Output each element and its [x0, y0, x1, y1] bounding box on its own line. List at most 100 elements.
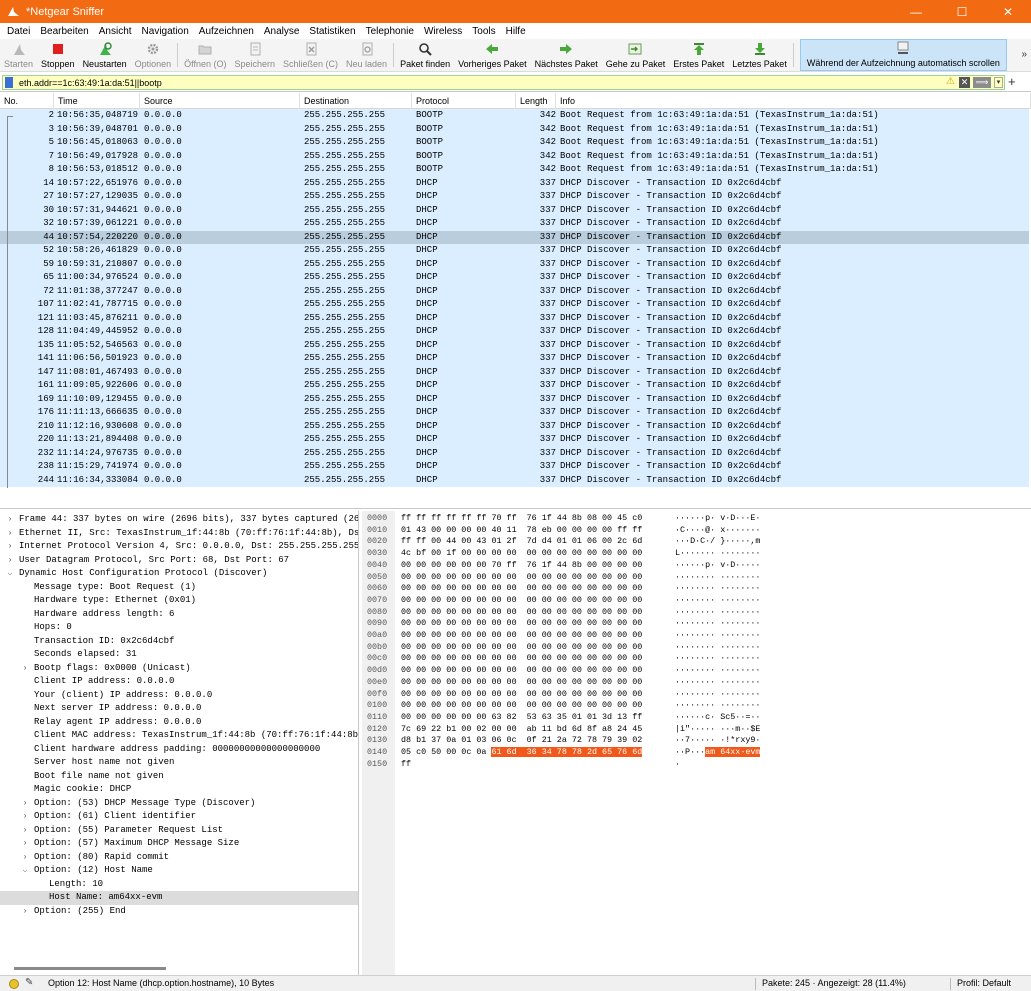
collapsed-arrow-icon[interactable]: ›: [20, 851, 30, 865]
filter-history-dropdown[interactable]: ▾: [994, 77, 1003, 88]
detail-tree-row[interactable]: Relay agent IP address: 0.0.0.0: [0, 716, 358, 730]
hex-bytes[interactable]: ff: [401, 759, 411, 771]
hex-bytes[interactable]: 00 00 00 00 00 00 00 00 00 00 00 00 00 0…: [401, 595, 642, 607]
ascii-bytes[interactable]: ········ ········: [675, 595, 760, 607]
packet-row[interactable]: 3 10:56:39,048701 0.0.0.0 255.255.255.255 BO…: [0, 122, 1029, 136]
menu-item-bearbeiten[interactable]: Bearbeiten: [35, 26, 93, 37]
clear-filter-button[interactable]: ✕: [959, 77, 970, 88]
packet-row[interactable]: 210 11:12:16,930608 0.0.0.0 255.255.255.255…: [0, 419, 1029, 433]
apply-filter-button[interactable]: ⟹: [973, 77, 991, 88]
menu-item-navigation[interactable]: Navigation: [137, 26, 194, 37]
expanded-arrow-icon[interactable]: ⌵: [5, 567, 15, 581]
hex-bytes[interactable]: 00 00 00 00 00 00 70 ff 76 1f 44 8b 00 0…: [401, 560, 642, 572]
column-header-length[interactable]: Length: [516, 93, 556, 109]
packet-row[interactable]: 220 11:13:21,894408 0.0.0.0 255.255.255.255…: [0, 433, 1029, 447]
detail-tree-row[interactable]: › Option: (57) Maximum DHCP Message Size: [0, 837, 358, 851]
menu-item-hilfe[interactable]: Hilfe: [501, 26, 531, 37]
detail-tree-row[interactable]: Hops: 0: [0, 621, 358, 635]
detail-tree-row[interactable]: Hardware address length: 6: [0, 608, 358, 622]
collapsed-arrow-icon[interactable]: ›: [5, 540, 15, 554]
maximize-button[interactable]: ☐: [939, 0, 985, 23]
detail-tree-row[interactable]: Message type: Boot Request (1): [0, 581, 358, 595]
ascii-bytes[interactable]: ···D·C·/ }·····,m: [675, 536, 760, 548]
collapsed-arrow-icon[interactable]: ›: [5, 513, 15, 527]
expanded-arrow-icon[interactable]: ⌵: [20, 864, 30, 878]
toolbar-nächstes-paket-button[interactable]: Nächstes Paket: [531, 39, 602, 71]
detail-tree-row[interactable]: › Option: (61) Client identifier: [0, 810, 358, 824]
packet-row[interactable]: 107 11:02:41,787715 0.0.0.0 255.255.255.255…: [0, 298, 1029, 312]
packet-row[interactable]: 135 11:05:52,546563 0.0.0.0 255.255.255.255…: [0, 338, 1029, 352]
filter-bookmark-icon[interactable]: [5, 77, 13, 88]
ascii-bytes[interactable]: ········ ········: [675, 700, 760, 712]
collapsed-arrow-icon[interactable]: ›: [20, 662, 30, 676]
toolbar-speichern-button[interactable]: Speichern: [230, 39, 279, 71]
ascii-bytes[interactable]: ········ ········: [675, 642, 760, 654]
toolbar-optionen-button[interactable]: Optionen: [131, 39, 176, 71]
hex-bytes[interactable]: 00 00 00 00 00 00 00 00 00 00 00 00 00 0…: [401, 583, 642, 595]
hex-bytes[interactable]: 00 00 00 00 00 00 00 00 00 00 00 00 00 0…: [401, 618, 642, 630]
ascii-bytes[interactable]: ········ ········: [675, 607, 760, 619]
hex-bytes[interactable]: 00 00 00 00 00 00 63 82 53 63 35 01 01 3…: [401, 712, 642, 724]
packet-row[interactable]: 141 11:06:56,501923 0.0.0.0 255.255.255.255…: [0, 352, 1029, 366]
packet-row[interactable]: 176 11:11:13,666635 0.0.0.0 255.255.255.255…: [0, 406, 1029, 420]
detail-tree-row[interactable]: Transaction ID: 0x2c6d4cbf: [0, 635, 358, 649]
ascii-bytes[interactable]: ········ ········: [675, 618, 760, 630]
packet-row[interactable]: 2 10:56:35,048719 0.0.0.0 255.255.255.255 BO…: [0, 109, 1029, 123]
status-profile[interactable]: Profil: Default: [957, 978, 1011, 988]
hex-bytes[interactable]: 00 00 00 00 00 00 00 00 00 00 00 00 00 0…: [401, 630, 642, 642]
ascii-bytes[interactable]: ········ ········: [675, 572, 760, 584]
hex-bytes[interactable]: ff ff ff ff ff ff 70 ff 76 1f 44 8b 08 0…: [401, 513, 642, 525]
packet-row[interactable]: 7 10:56:49,017928 0.0.0.0 255.255.255.255 BO…: [0, 149, 1029, 163]
detail-tree-row[interactable]: Boot file name not given: [0, 770, 358, 784]
column-header-time[interactable]: Time: [54, 93, 140, 109]
detail-tree-row[interactable]: › Option: (55) Parameter Request List: [0, 824, 358, 838]
packet-row[interactable]: 72 11:01:38,377247 0.0.0.0 255.255.255.255 D…: [0, 284, 1029, 298]
toolbar-erstes-paket-button[interactable]: Erstes Paket: [669, 39, 728, 71]
packet-row[interactable]: 59 10:59:31,210807 0.0.0.0 255.255.255.255 D…: [0, 257, 1029, 271]
packet-row[interactable]: 32 10:57:39,061221 0.0.0.0 255.255.255.255 D…: [0, 217, 1029, 231]
ascii-bytes[interactable]: ········ ········: [675, 689, 760, 701]
detail-tree-row[interactable]: › User Datagram Protocol, Src Port: 68, D…: [0, 554, 358, 568]
detail-tree-row[interactable]: Client hardware address padding: 0000000…: [0, 743, 358, 757]
menu-item-tools[interactable]: Tools: [467, 26, 500, 37]
detail-tree-row[interactable]: › Option: (255) End: [0, 905, 358, 919]
toolbar-paket-finden-button[interactable]: Paket finden: [396, 39, 454, 71]
toolbar-während-der-aufzeichnung-automatisch-scrollen-button[interactable]: Während der Aufzeichnung automatisch scr…: [799, 39, 1007, 71]
detail-tree-row[interactable]: › Option: (80) Rapid commit: [0, 851, 358, 865]
details-horizontal-scrollbar[interactable]: [14, 967, 166, 970]
detail-tree-row[interactable]: › Frame 44: 337 bytes on wire (2696 bits)…: [0, 513, 358, 527]
hex-bytes[interactable]: 00 00 00 00 00 00 00 00 00 00 00 00 00 0…: [401, 653, 642, 665]
column-header-source[interactable]: Source: [140, 93, 300, 109]
detail-tree-row[interactable]: Server host name not given: [0, 756, 358, 770]
display-filter-input[interactable]: [2, 75, 1005, 90]
toolbar-gehe-zu-paket-button[interactable]: Gehe zu Paket: [602, 39, 670, 71]
hex-bytes[interactable]: 00 00 00 00 00 00 00 00 00 00 00 00 00 0…: [401, 572, 642, 584]
column-header-destination[interactable]: Destination: [300, 93, 412, 109]
detail-tree-row[interactable]: ⌵ Dynamic Host Configuration Protocol (Di…: [0, 567, 358, 581]
hex-bytes[interactable]: d8 b1 37 0a 01 03 06 0c 0f 21 2a 72 78 7…: [401, 735, 642, 747]
hex-bytes[interactable]: 00 00 00 00 00 00 00 00 00 00 00 00 00 0…: [401, 665, 642, 677]
column-header-no[interactable]: No.: [0, 93, 54, 109]
packet-row[interactable]: 5 10:56:45,018063 0.0.0.0 255.255.255.255 BO…: [0, 136, 1029, 150]
packet-row[interactable]: 238 11:15:29,741974 0.0.0.0 255.255.255.255…: [0, 460, 1029, 474]
selected-detail-row[interactable]: Host Name: am64xx-evm: [0, 891, 358, 905]
packet-row[interactable]: 30 10:57:31,944621 0.0.0.0 255.255.255.255 D…: [0, 203, 1029, 217]
packet-row[interactable]: 121 11:03:45,876211 0.0.0.0 255.255.255.255…: [0, 311, 1029, 325]
packet-row[interactable]: 65 11:00:34,976524 0.0.0.0 255.255.255.255 D…: [0, 271, 1029, 285]
hex-bytes[interactable]: ff ff 00 44 00 43 01 2f 7d d4 01 01 06 0…: [401, 536, 642, 548]
toolbar-öffnen-o-button[interactable]: Öffnen (O): [180, 39, 230, 71]
hex-bytes[interactable]: 00 00 00 00 00 00 00 00 00 00 00 00 00 0…: [401, 642, 642, 654]
packet-row[interactable]: 52 10:58:26,461829 0.0.0.0 255.255.255.255 D…: [0, 244, 1029, 258]
menu-item-analyse[interactable]: Analyse: [259, 26, 305, 37]
ascii-bytes[interactable]: |i"····· ···m··$E: [675, 724, 760, 736]
packet-row[interactable]: 128 11:04:49,445952 0.0.0.0 255.255.255.255…: [0, 325, 1029, 339]
packet-row[interactable]: 161 11:09:05,922606 0.0.0.0 255.255.255.255…: [0, 379, 1029, 393]
ascii-bytes[interactable]: ······p· v·D·····: [675, 560, 760, 572]
packet-row[interactable]: 169 11:10:09,129455 0.0.0.0 255.255.255.255…: [0, 392, 1029, 406]
selected-packet-row[interactable]: 44 10:57:54,220220 0.0.0.0 255.255.255.255 D…: [0, 230, 1029, 244]
ascii-bytes[interactable]: ·: [675, 759, 680, 771]
collapsed-arrow-icon[interactable]: ›: [20, 810, 30, 824]
detail-tree-row[interactable]: › Option: (53) DHCP Message Type (Discove…: [0, 797, 358, 811]
toolbar-overflow-button[interactable]: »: [1021, 49, 1027, 60]
add-filter-button[interactable]: +: [1008, 74, 1016, 89]
